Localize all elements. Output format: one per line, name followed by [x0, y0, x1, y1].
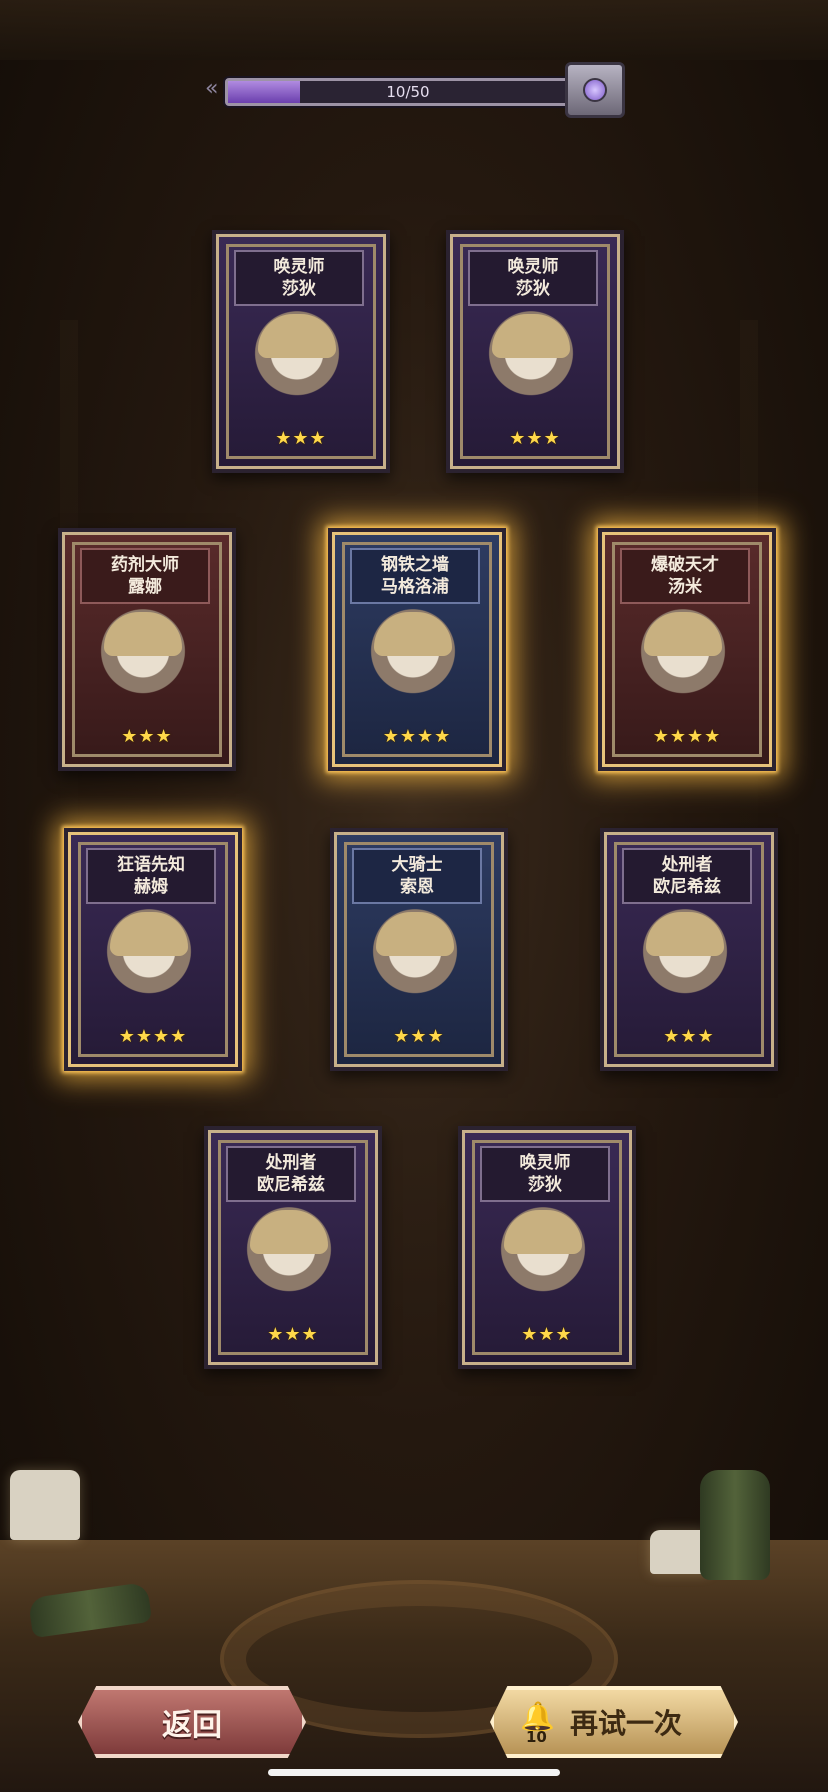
- retry-cost: 10: [526, 1728, 547, 1746]
- hero-name: 莎狄: [528, 1175, 562, 1195]
- bottle-right: [700, 1470, 770, 1580]
- hero-card[interactable]: 处刑者 欧尼希兹 ★★★: [600, 828, 778, 1071]
- hero-role: 唤灵师: [519, 1153, 571, 1173]
- hero-card[interactable]: 狂语先知 赫姆 ★★★★: [64, 828, 242, 1071]
- card-name-plate: 大骑士 索恩: [352, 848, 482, 904]
- draw-progress-bar: « 10/50: [205, 62, 625, 118]
- hero-name: 露娜: [128, 577, 162, 597]
- hero-role: 钢铁之墙: [381, 555, 449, 575]
- home-indicator[interactable]: [268, 1769, 560, 1776]
- hero-portrait: [484, 1202, 602, 1320]
- card-name-plate: 处刑者 欧尼希兹: [622, 848, 752, 904]
- hero-card[interactable]: 唤灵师 莎狄 ★★★: [458, 1126, 636, 1369]
- hero-name: 汤米: [668, 577, 702, 597]
- card-name-plate: 钢铁之墙 马格洛浦: [350, 548, 480, 604]
- hero-card[interactable]: 唤灵师 莎狄 ★★★: [212, 230, 390, 473]
- hero-role: 唤灵师: [507, 257, 559, 277]
- star-rating: ★★★★: [382, 726, 452, 747]
- card-name-plate: 唤灵师 莎狄: [468, 250, 598, 306]
- card-name-plate: 唤灵师 莎狄: [480, 1146, 610, 1202]
- hero-portrait: [356, 904, 474, 1022]
- card-name-plate: 爆破天才 汤米: [620, 548, 750, 604]
- hero-role: 狂语先知: [117, 855, 185, 875]
- hero-role: 大骑士: [391, 855, 443, 875]
- hero-portrait: [230, 1202, 348, 1320]
- hero-portrait: [624, 604, 742, 722]
- hero-role: 处刑者: [661, 855, 713, 875]
- treasure-chest-icon[interactable]: [565, 62, 625, 118]
- star-rating: ★★★★: [118, 1026, 188, 1047]
- star-rating: ★★★: [267, 1324, 319, 1345]
- hero-card[interactable]: 唤灵师 莎狄 ★★★: [446, 230, 624, 473]
- hero-portrait: [626, 904, 744, 1022]
- hero-name: 马格洛浦: [381, 577, 449, 597]
- star-rating: ★★★: [509, 428, 561, 449]
- hero-name: 莎狄: [516, 279, 550, 299]
- hero-name: 赫姆: [134, 877, 168, 897]
- hero-role: 药剂大师: [111, 555, 179, 575]
- star-rating: ★★★: [521, 1324, 573, 1345]
- hero-portrait: [472, 306, 590, 424]
- hero-name: 索恩: [400, 877, 434, 897]
- hero-role: 唤灵师: [273, 257, 325, 277]
- hero-name: 莎狄: [282, 279, 316, 299]
- card-name-plate: 唤灵师 莎狄: [234, 250, 364, 306]
- ceiling-beam: [0, 0, 828, 60]
- hero-name: 欧尼希兹: [257, 1175, 325, 1195]
- star-rating: ★★★★: [652, 726, 722, 747]
- back-button[interactable]: 返回: [78, 1686, 306, 1758]
- hero-portrait: [354, 604, 472, 722]
- chest-gem: [583, 78, 607, 102]
- card-name-plate: 处刑者 欧尼希兹: [226, 1146, 356, 1202]
- star-rating: ★★★: [275, 428, 327, 449]
- hero-role: 处刑者: [265, 1153, 317, 1173]
- star-rating: ★★★: [393, 1026, 445, 1047]
- progress-text: 10/50: [386, 83, 430, 101]
- hero-portrait: [84, 604, 202, 722]
- hero-name: 欧尼希兹: [653, 877, 721, 897]
- hero-card[interactable]: 钢铁之墙 马格洛浦 ★★★★: [328, 528, 506, 771]
- progress-track: 10/50: [225, 78, 591, 106]
- retry-button[interactable]: 🔔 10 再试一次: [490, 1686, 738, 1758]
- card-name-plate: 药剂大师 露娜: [80, 548, 210, 604]
- card-name-plate: 狂语先知 赫姆: [86, 848, 216, 904]
- star-rating: ★★★: [121, 726, 173, 747]
- candle-left: [10, 1470, 80, 1540]
- star-rating: ★★★: [663, 1026, 715, 1047]
- hero-portrait: [238, 306, 356, 424]
- hero-card[interactable]: 大骑士 索恩 ★★★: [330, 828, 508, 1071]
- hero-card[interactable]: 爆破天才 汤米 ★★★★: [598, 528, 776, 771]
- retry-label: 再试一次: [570, 1707, 683, 1740]
- hero-portrait: [90, 904, 208, 1022]
- hero-card[interactable]: 药剂大师 露娜 ★★★: [58, 528, 236, 771]
- hero-card[interactable]: 处刑者 欧尼希兹 ★★★: [204, 1126, 382, 1369]
- hero-role: 爆破天才: [651, 555, 719, 575]
